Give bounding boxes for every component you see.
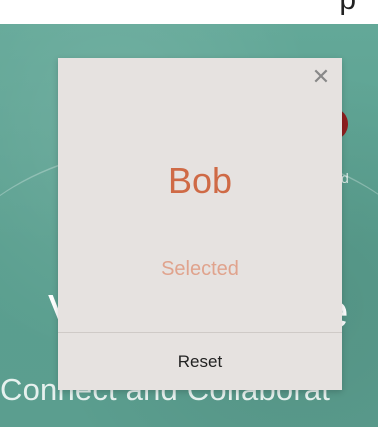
- background-small-letter: d: [341, 170, 349, 186]
- close-icon[interactable]: ✕: [310, 66, 332, 88]
- selection-status: Selected: [161, 258, 239, 280]
- selection-dialog: ✕ Bob Selected Reset: [58, 58, 342, 390]
- app-screen: p d V e Connect and Collaborat ✕ Bob Sel…: [0, 0, 378, 427]
- reset-button[interactable]: Reset: [58, 333, 342, 390]
- top-strip: p: [0, 0, 378, 24]
- selected-name: Bob: [167, 160, 233, 201]
- top-strip-text: p: [339, 0, 356, 15]
